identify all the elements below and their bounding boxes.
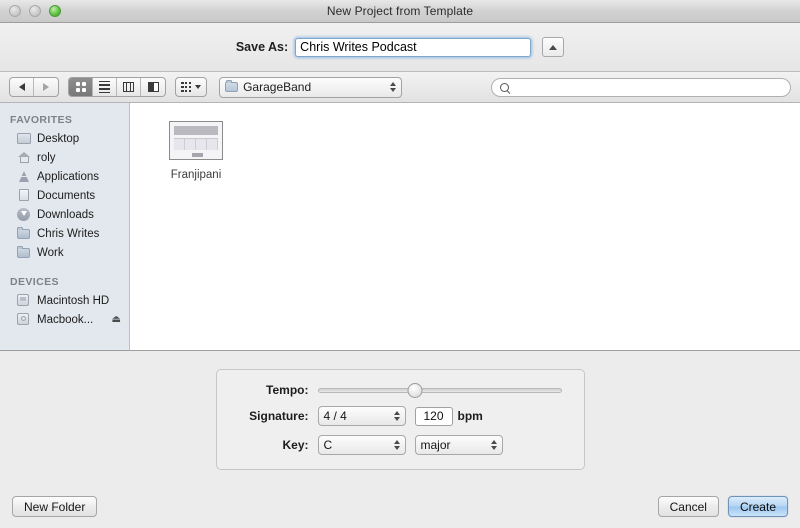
list-icon (99, 80, 110, 94)
sidebar-item-macintosh-hd[interactable]: Macintosh HD (0, 291, 129, 310)
sidebar-item-label: Applications (37, 170, 100, 183)
sidebar-item-label: Documents (37, 189, 96, 202)
bpm-input[interactable] (414, 406, 453, 426)
project-settings-box: Tempo: Signature: 4 / 4 bpm Key: (215, 369, 585, 470)
search-icon (500, 82, 509, 92)
key-select[interactable]: C (317, 435, 406, 455)
save-as-input[interactable] (295, 37, 532, 57)
folder-icon (225, 80, 239, 92)
sidebar-item-label: Downloads (37, 208, 94, 221)
icon-view-button[interactable] (69, 78, 93, 96)
browser-toolbar: GarageBand (0, 72, 800, 103)
popup-stepper-icon (390, 82, 397, 92)
close-button[interactable] (9, 5, 21, 17)
title-bar: New Project from Template (0, 0, 800, 23)
sidebar-item-roly[interactable]: roly (0, 148, 129, 167)
traffic-lights (9, 5, 61, 17)
popup-stepper-icon (490, 440, 497, 450)
key-row: Key: C major (235, 435, 566, 455)
hard-drive-icon (17, 294, 29, 306)
view-mode-buttons (68, 77, 166, 97)
file-browser: FAVORITES Desktop roly Applications Docu… (0, 103, 800, 351)
arrow-right-icon (43, 83, 49, 91)
sidebar-item-label: Desktop (37, 132, 80, 145)
navigation-buttons (9, 77, 59, 97)
arrange-grid-icon (181, 81, 192, 93)
zoom-button[interactable] (49, 5, 61, 17)
tempo-row: Tempo: (235, 382, 566, 398)
back-button[interactable] (10, 78, 34, 96)
popup-stepper-icon (393, 411, 400, 421)
cancel-button[interactable]: Cancel (657, 496, 719, 517)
arrange-by-button[interactable] (175, 77, 208, 97)
sidebar-section-devices-header: DEVICES (10, 276, 59, 288)
sidebar-item-label: roly (37, 151, 56, 164)
bpm-unit-label: bpm (457, 409, 483, 423)
arrow-left-icon (18, 83, 25, 91)
tempo-slider-thumb[interactable] (407, 382, 423, 398)
save-as-label: Save As: (235, 40, 289, 54)
sidebar-section-favorites-header: FAVORITES (10, 114, 73, 126)
minimize-button[interactable] (29, 5, 41, 17)
key-mode-value: major (420, 438, 451, 452)
key-value: C (323, 438, 333, 452)
search-field[interactable] (491, 77, 791, 97)
file-list-area[interactable]: Franjipani (130, 103, 800, 350)
sidebar-item-downloads[interactable]: Downloads (0, 205, 129, 224)
external-drive-icon (17, 313, 29, 325)
eject-icon[interactable]: ⏏ (112, 314, 121, 325)
signature-row: Signature: 4 / 4 bpm (235, 406, 566, 426)
desktop-icon (17, 133, 31, 144)
sidebar-item-label: Work (37, 246, 64, 259)
sidebar-item-work[interactable]: Work (0, 243, 129, 262)
window-title: New Project from Template (326, 4, 474, 18)
key-label: Key: (282, 438, 309, 452)
sidebar: FAVORITES Desktop roly Applications Docu… (0, 103, 130, 350)
document-icon (19, 189, 29, 201)
signature-label: Signature: (249, 409, 309, 423)
search-input[interactable] (514, 80, 782, 94)
downloads-icon (17, 208, 30, 221)
file-item-franjipani[interactable]: Franjipani (154, 121, 238, 181)
sidebar-item-desktop[interactable]: Desktop (0, 129, 129, 148)
coverflow-view-button[interactable] (141, 78, 165, 96)
project-settings-area: Tempo: Signature: 4 / 4 bpm Key: (0, 351, 800, 485)
location-label: GarageBand (243, 80, 312, 94)
project-thumbnail-icon (169, 121, 223, 160)
popup-stepper-icon (393, 440, 400, 450)
sidebar-item-documents[interactable]: Documents (0, 186, 129, 205)
sidebar-item-label: Chris Writes (37, 227, 100, 240)
signature-value: 4 / 4 (323, 409, 347, 423)
dialog-footer: New Folder Cancel Create (0, 485, 800, 528)
sidebar-item-label: Macintosh HD (37, 294, 110, 307)
applications-icon (17, 170, 31, 183)
tempo-slider[interactable] (317, 382, 562, 398)
list-view-button[interactable] (93, 78, 117, 96)
sidebar-item-applications[interactable]: Applications (0, 167, 129, 186)
file-name-label: Franjipani (170, 169, 222, 181)
columns-icon (123, 82, 134, 92)
location-popup-button[interactable]: GarageBand (219, 76, 403, 98)
key-mode-select[interactable]: major (414, 435, 503, 455)
new-folder-button[interactable]: New Folder (12, 496, 98, 517)
create-button[interactable]: Create (727, 496, 788, 517)
triangle-up-icon (549, 44, 558, 50)
save-as-row: Save As: (0, 23, 800, 72)
disclosure-toggle-button[interactable] (542, 37, 565, 57)
chevron-down-icon (195, 85, 202, 89)
save-dialog-window: New Project from Template Save As: Chris… (0, 0, 800, 528)
grid-icon (75, 82, 86, 92)
home-icon (17, 151, 31, 164)
sidebar-item-label: Macbook... (37, 313, 94, 326)
tempo-label: Tempo: (266, 383, 309, 397)
folder-icon (17, 227, 30, 239)
coverflow-icon (147, 82, 159, 92)
column-view-button[interactable] (117, 78, 141, 96)
sidebar-item-macbook[interactable]: Macbook... ⏏ (0, 310, 129, 329)
signature-select[interactable]: 4 / 4 (317, 406, 406, 426)
folder-icon (17, 246, 30, 258)
sidebar-item-chris-writes[interactable]: Chris Writes (0, 224, 129, 243)
forward-button[interactable] (34, 78, 58, 96)
